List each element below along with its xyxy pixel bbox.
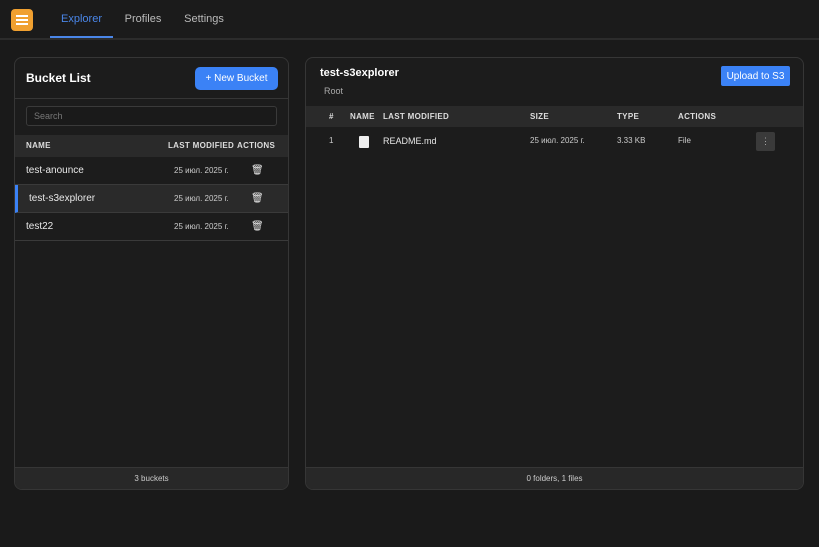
- upload-button[interactable]: Upload to S3: [721, 66, 790, 86]
- top-nav: Explorer Profiles Settings: [0, 0, 819, 40]
- more-vertical-icon[interactable]: ⋮: [756, 132, 775, 151]
- bucket-list-title: Bucket List: [26, 71, 91, 85]
- col-actions: ACTIONS: [678, 112, 717, 121]
- bucket-modified: 25 июл. 2025 г.: [174, 194, 229, 203]
- col-type: TYPE: [617, 112, 640, 121]
- tab-profiles[interactable]: Profiles: [118, 0, 168, 38]
- col-name: NAME: [26, 141, 51, 150]
- bucket-row[interactable]: test-s3explorer 25 июл. 2025 г. 🗑: [15, 185, 288, 213]
- bucket-count: 3 buckets: [15, 467, 288, 489]
- tab-settings[interactable]: Settings: [178, 0, 230, 38]
- menu-logo-icon[interactable]: [11, 9, 33, 31]
- tab-explorer[interactable]: Explorer: [50, 0, 113, 38]
- bucket-modified: 25 июл. 2025 г.: [174, 166, 229, 175]
- bucket-name: test-anounce: [26, 165, 84, 176]
- file-type: File: [678, 136, 691, 145]
- col-actions: ACTIONS: [237, 141, 276, 150]
- col-last-modified: LAST MODIFIED: [168, 141, 235, 150]
- col-last-modified: LAST MODIFIED: [383, 112, 450, 121]
- col-size: SIZE: [530, 112, 549, 121]
- file-name[interactable]: README.md: [383, 127, 437, 155]
- file-count: 0 folders, 1 files: [306, 467, 803, 489]
- bucket-modified: 25 июл. 2025 г.: [174, 222, 229, 231]
- trash-icon[interactable]: 🗑: [251, 157, 264, 185]
- table-header: # NAME LAST MODIFIED SIZE TYPE ACTIONS: [306, 106, 803, 127]
- trash-icon[interactable]: 🗑: [251, 185, 264, 213]
- search-input[interactable]: [26, 106, 277, 126]
- col-index: #: [329, 112, 334, 121]
- explorer-panel: test-s3explorer Root Upload to S3 # NAME…: [305, 57, 804, 490]
- bucket-name: test-s3explorer: [29, 193, 96, 204]
- col-name: NAME: [350, 112, 375, 121]
- trash-icon[interactable]: 🗑: [251, 213, 264, 241]
- file-icon: [359, 136, 369, 148]
- bucket-row[interactable]: test-anounce 25 июл. 2025 г. 🗑: [15, 157, 288, 185]
- divider: [15, 98, 288, 99]
- bucket-title: test-s3explorer: [320, 67, 399, 79]
- new-bucket-button[interactable]: + New Bucket: [195, 67, 278, 90]
- file-index: 1: [329, 136, 334, 145]
- file-modified: 25 июл. 2025 г.: [530, 136, 585, 145]
- file-size: 3.33 KB: [617, 136, 646, 145]
- file-row[interactable]: 1 README.md 25 июл. 2025 г. 3.33 KB File…: [306, 127, 803, 155]
- bucket-list-panel: Bucket List + New Bucket NAME LAST MODIF…: [14, 57, 289, 490]
- bucket-name: test22: [26, 221, 54, 232]
- breadcrumb[interactable]: Root: [324, 86, 343, 96]
- table-header: NAME LAST MODIFIED ACTIONS: [15, 135, 288, 157]
- bucket-row[interactable]: test22 25 июл. 2025 г. 🗑: [15, 213, 288, 241]
